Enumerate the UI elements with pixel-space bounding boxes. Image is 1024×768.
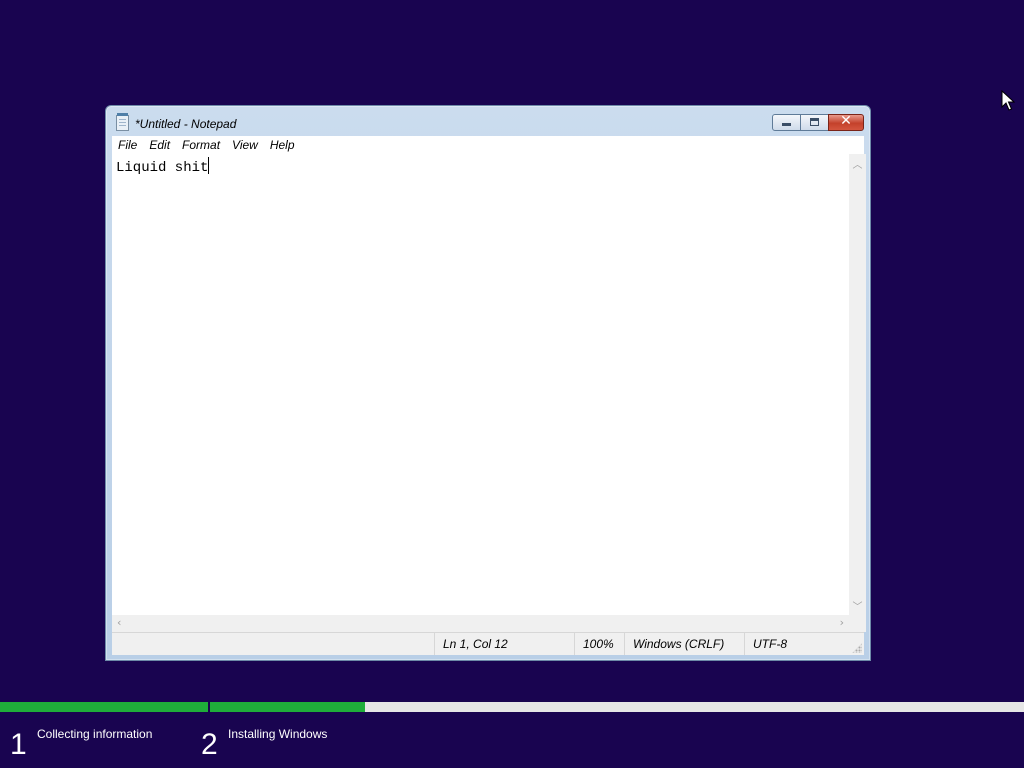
progress-fill — [210, 702, 365, 712]
step-label: Collecting information — [37, 727, 153, 741]
horizontal-scrollbar[interactable]: ‹ › — [112, 615, 849, 632]
text-caret — [208, 157, 210, 174]
menu-help[interactable]: Help — [264, 138, 301, 152]
menu-format[interactable]: Format — [176, 138, 226, 152]
window-title: *Untitled - Notepad — [135, 117, 237, 131]
minimize-icon — [782, 123, 791, 126]
setup-progress — [0, 702, 1024, 712]
vertical-scrollbar[interactable]: ︿ ﹀ — [849, 154, 866, 615]
status-zoom: 100% — [574, 633, 624, 655]
scroll-left-icon[interactable]: ‹ — [117, 616, 121, 629]
menu-bar: File Edit Format View Help — [112, 136, 864, 154]
close-button[interactable]: ✕ — [828, 113, 864, 131]
maximize-icon — [810, 118, 819, 126]
progress-segment-installing — [210, 702, 1024, 712]
status-encoding: UTF-8 — [744, 633, 854, 655]
progress-segment-collecting — [0, 702, 208, 712]
status-position: Ln 1, Col 12 — [434, 633, 574, 655]
menu-view[interactable]: View — [226, 138, 264, 152]
text-editor[interactable]: Liquid shit — [112, 154, 849, 615]
step-number: 1 — [10, 728, 27, 761]
title-bar[interactable]: *Untitled - Notepad ✕ — [106, 106, 870, 138]
scroll-down-icon[interactable]: ﹀ — [849, 598, 866, 613]
scrollbar-corner — [849, 615, 866, 632]
status-bar: Ln 1, Col 12 100% Windows (CRLF) UTF-8 — [112, 632, 864, 655]
menu-edit[interactable]: Edit — [143, 138, 176, 152]
caption-buttons: ✕ — [772, 113, 864, 131]
step-number: 2 — [201, 728, 218, 761]
notepad-window: *Untitled - Notepad ✕ File Edit Format V… — [105, 105, 871, 661]
step-label: Installing Windows — [228, 727, 328, 741]
setup-steps: 1 Collecting information 2 Installing Wi… — [0, 718, 1024, 768]
mouse-pointer-icon — [1001, 89, 1016, 117]
scroll-up-icon[interactable]: ︿ — [849, 156, 866, 171]
status-line-endings: Windows (CRLF) — [624, 633, 744, 655]
scroll-right-icon[interactable]: › — [840, 616, 844, 629]
close-icon: ✕ — [840, 113, 852, 129]
menu-file[interactable]: File — [112, 138, 143, 152]
editor-text: Liquid shit — [116, 160, 209, 176]
maximize-button[interactable] — [800, 114, 829, 131]
notepad-icon[interactable] — [116, 113, 129, 131]
minimize-button[interactable] — [772, 114, 801, 131]
progress-fill — [0, 702, 208, 712]
